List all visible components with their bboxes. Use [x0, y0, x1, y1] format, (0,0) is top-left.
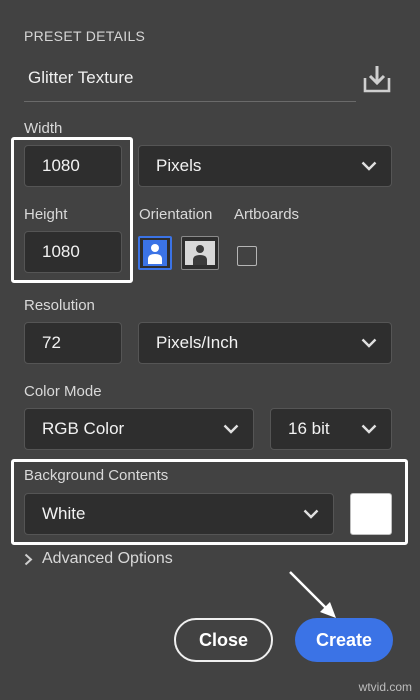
width-unit-value: Pixels: [156, 156, 202, 175]
height-value: 1080: [42, 242, 80, 261]
advanced-options-label: Advanced Options: [42, 550, 173, 567]
preset-name[interactable]: Glitter Texture: [28, 68, 134, 88]
chevron-down-icon: [361, 338, 377, 348]
orientation-label: Orientation: [139, 206, 213, 223]
background-contents-label: Background Contents: [24, 467, 169, 484]
background-contents-value: White: [42, 504, 86, 523]
landscape-icon: [185, 241, 215, 265]
resolution-input[interactable]: 72: [24, 322, 122, 364]
color-mode-label: Color Mode: [24, 383, 102, 400]
chevron-down-icon: [223, 424, 239, 434]
chevron-right-icon: [24, 553, 33, 565]
preset-details-title: PRESET DETAILS: [24, 28, 146, 44]
resolution-value: 72: [42, 333, 61, 352]
create-button[interactable]: Create: [295, 618, 393, 662]
watermark: wtvid.com: [358, 680, 412, 694]
height-label: Height: [24, 206, 68, 223]
background-contents-select[interactable]: White: [24, 493, 334, 535]
close-button[interactable]: Close: [174, 618, 273, 662]
resolution-label: Resolution: [24, 297, 95, 314]
advanced-options-toggle[interactable]: Advanced Options: [24, 550, 173, 568]
width-value: 1080: [42, 156, 80, 175]
width-label: Width: [24, 120, 63, 137]
artboards-checkbox[interactable]: [237, 246, 257, 266]
chevron-down-icon: [361, 424, 377, 434]
artboards-label: Artboards: [234, 206, 300, 223]
color-mode-value: RGB Color: [42, 419, 125, 438]
chevron-down-icon: [361, 161, 377, 171]
save-preset-icon[interactable]: [362, 64, 392, 94]
preset-name-underline: [24, 101, 356, 102]
width-input[interactable]: 1080: [24, 145, 122, 187]
width-unit-select[interactable]: Pixels: [138, 145, 392, 187]
height-input[interactable]: 1080: [24, 231, 122, 273]
orientation-portrait-button[interactable]: [138, 236, 172, 270]
orientation-landscape-button[interactable]: [181, 236, 219, 270]
bit-depth-value: 16 bit: [288, 419, 330, 438]
resolution-unit-select[interactable]: Pixels/Inch: [138, 322, 392, 364]
resolution-unit-value: Pixels/Inch: [156, 333, 239, 352]
annotation-arrow-icon: [289, 571, 336, 618]
color-mode-select[interactable]: RGB Color: [24, 408, 254, 450]
bit-depth-select[interactable]: 16 bit: [270, 408, 392, 450]
portrait-icon: [143, 240, 167, 266]
chevron-down-icon: [303, 509, 319, 519]
background-color-swatch[interactable]: [350, 493, 392, 535]
